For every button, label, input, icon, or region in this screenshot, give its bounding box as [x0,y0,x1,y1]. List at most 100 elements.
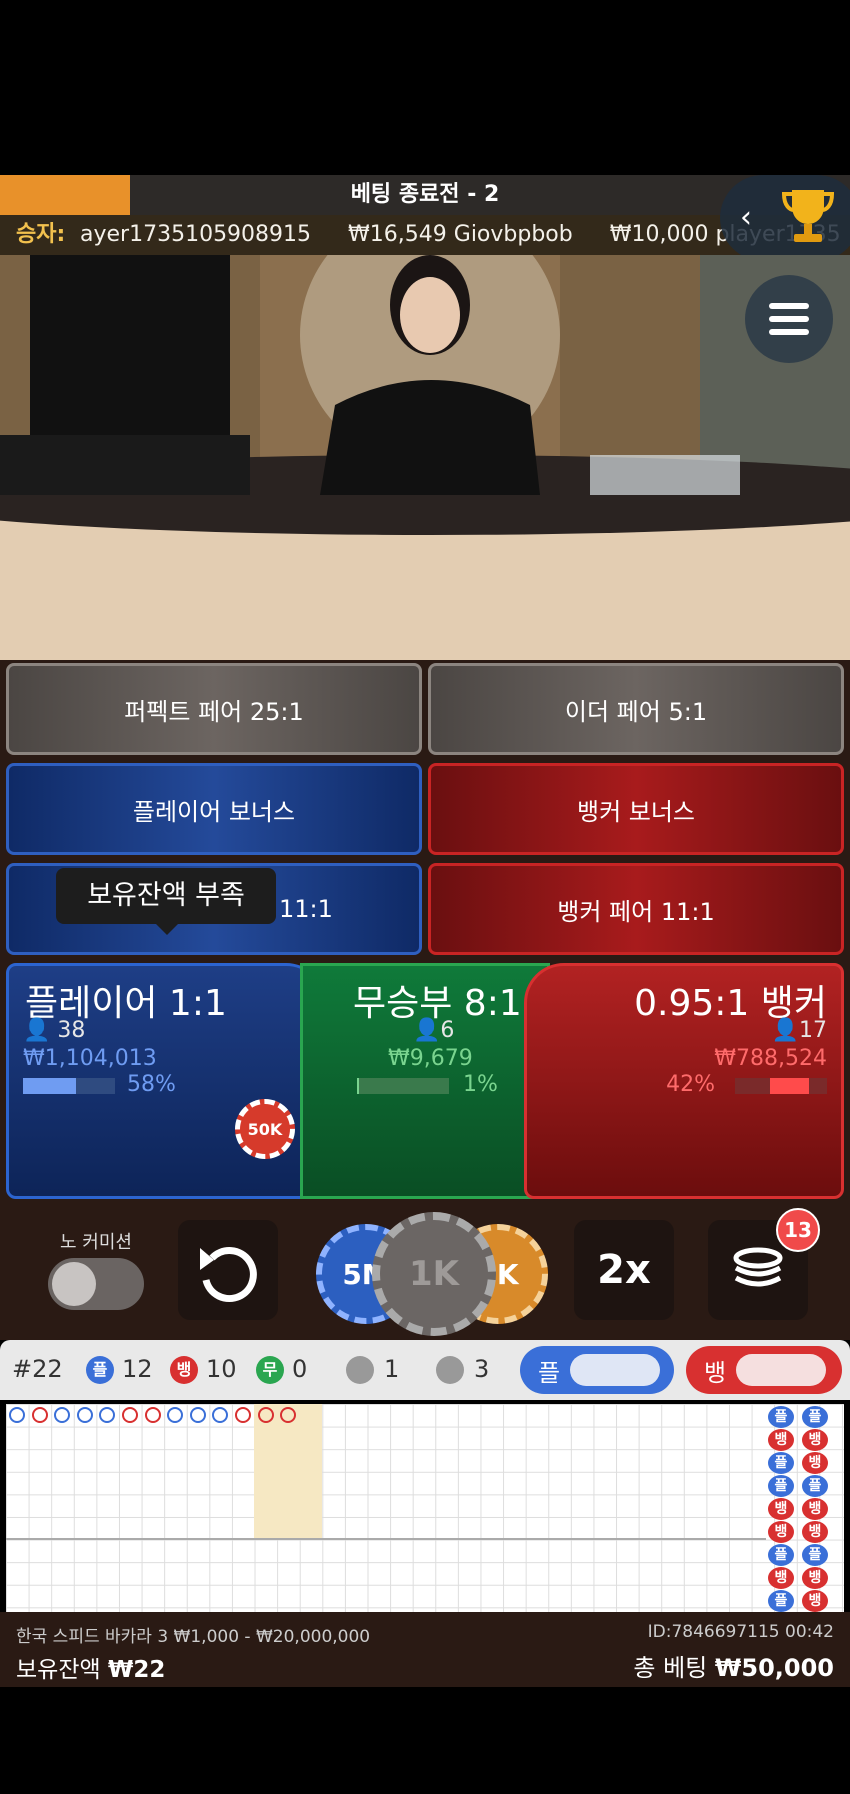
banker-pair-count: 3 [474,1355,490,1383]
bead-plate-bead: 플 [768,1452,794,1474]
tooltip-tail [155,923,179,935]
bead-plate-bead: 뱅 [802,1498,828,1520]
tie-percent: 1% [463,1072,498,1097]
dealer-scene-image [0,255,850,660]
menu-button[interactable] [745,275,833,363]
bead-plate-bead: 뱅 [768,1498,794,1520]
total-bet-label: 총 베팅 [633,1654,708,1682]
undo-button[interactable] [178,1220,278,1320]
road-marker [31,1407,48,1423]
user-icon: 👤 [771,1018,799,1043]
bead-plate-bead: 뱅 [802,1452,828,1474]
predict-player-label: 플 [538,1358,561,1387]
banker-bonus-label: 뱅커 보너스 [576,797,696,826]
predict-banker-label: 뱅 [704,1358,727,1387]
round-number: #22 [12,1355,63,1383]
bead-plate-bead: 뱅 [802,1567,828,1589]
placed-chip[interactable]: 50K [235,1099,295,1159]
bead-plate-bead: 뱅 [768,1521,794,1543]
user-icon: 👤 [23,1018,51,1043]
table-info: 한국 스피드 바카라 3 ₩1,000 - ₩20,000,000 [16,1627,371,1647]
road-marker [167,1407,184,1423]
bead-plate-bead: 뱅 [802,1590,828,1612]
chip-stack-badge: 13 [776,1208,820,1252]
tie-main-bet[interactable]: 무승부 8:1 👤6 ₩9,679 1% [300,963,550,1199]
player-stat-icon: 플 [86,1356,114,1384]
road-divider [6,1538,766,1540]
double-bet-button[interactable]: 2x [574,1220,674,1320]
balance-display: 보유잔액 ₩22 [16,1650,165,1684]
bead-plate-bead: 플 [768,1475,794,1497]
bottom-black-band [0,1687,850,1794]
chip-1k-selected[interactable]: 1K [372,1212,496,1336]
road-marker [122,1407,138,1423]
player-pair-odds: 11:1 [279,895,333,923]
bead-plate-bead: 뱅 [802,1429,828,1451]
road-marker [257,1407,274,1423]
bead-plate-bead: 뱅 [802,1521,828,1543]
road-marker [212,1407,229,1423]
player-total-amount: ₩1,104,013 [23,1046,157,1071]
bead-plate: 플플뱅뱅플뱅플플뱅뱅뱅뱅플플뱅뱅플뱅 [766,1404,846,1612]
banker-pair-stat-icon [436,1356,464,1384]
predict-banker-road-icons [736,1354,827,1386]
player-win-count: 12 [122,1355,153,1383]
total-bet-value: ₩50,000 [714,1654,834,1682]
banker-bettor-count: 👤17 [772,1018,827,1043]
bead-plate-bead: 뱅 [768,1429,794,1451]
trophy-icon[interactable] [780,186,836,246]
total-bet-display: 총 베팅 ₩50,000 [633,1648,834,1683]
winner-entry: ₩16,549 Giovbpbob [348,222,573,247]
roadmap-grid: 플플뱅뱅플뱅플플뱅뱅뱅뱅플플뱅뱅플뱅 [6,1404,844,1612]
user-icon: 👤 [413,1018,441,1043]
road-marker [144,1407,161,1423]
bead-plate-bead: 뱅 [768,1567,794,1589]
either-pair-bet[interactable]: 이더 페어 5:1 [428,663,844,755]
hamburger-icon [769,303,809,335]
top-black-band [0,0,850,175]
banker-main-bet[interactable]: 0.95:1 뱅커 👤17 ₩788,524 42% [524,963,844,1199]
road-marker [99,1407,116,1423]
banker-win-count: 10 [206,1355,237,1383]
tie-ratio-fill [357,1078,359,1094]
player-bettor-count: 👤 38 [23,1018,85,1043]
tie-stat-icon: 무 [256,1356,284,1384]
roadmap-highlight [254,1404,322,1538]
tie-ratio-track [357,1078,449,1094]
banker-pair-bet[interactable]: 뱅커 페어 11:1 [428,863,844,955]
either-pair-label: 이더 페어 5:1 [564,697,708,726]
winners-label: 승자: [16,222,66,247]
predict-banker-button[interactable]: 뱅 [686,1346,842,1394]
bead-plate-bead: 플 [768,1544,794,1566]
bead-plate-bead: 플 [768,1590,794,1612]
banker-pair-label: 뱅커 페어 11:1 [557,897,715,926]
insufficient-balance-tooltip: 보유잔액 부족 [56,868,276,924]
round-id-time: ID:7846697115 00:42 [647,1622,834,1642]
banker-percent: 42% [666,1072,715,1097]
winner-entry: ayer1735105908915 [80,222,312,247]
undo-icon [200,1247,257,1303]
banker-bonus-bet[interactable]: 뱅커 보너스 [428,763,844,855]
road-marker [54,1407,71,1423]
road-marker [189,1407,206,1423]
player-bonus-bet[interactable]: 플레이어 보너스 [6,763,422,855]
banker-total-amount: ₩788,524 [714,1046,827,1071]
road-marker [76,1407,93,1423]
chevron-left-icon[interactable]: ‹ [740,200,752,235]
bead-plate-bead: 플 [802,1544,828,1566]
bead-plate-bead: 플 [802,1475,828,1497]
player-pair-count: 1 [384,1355,400,1383]
balance-label: 보유잔액 [16,1657,101,1683]
predict-player-button[interactable]: 플 [520,1346,674,1394]
player-pair-stat-icon [346,1356,374,1384]
predict-player-road-icons [570,1354,661,1386]
player-percent: 58% [127,1072,176,1097]
tie-count-value: 6 [440,1018,455,1043]
player-count-value: 38 [57,1018,86,1043]
no-commission-label: 노 커미션 [60,1232,132,1253]
player-main-bet[interactable]: 플레이어 1:1 👤 38 ₩1,104,013 58% 50K [6,963,326,1199]
live-video [0,255,850,660]
perfect-pair-bet[interactable]: 퍼펙트 페어 25:1 [6,663,422,755]
balance-value: ₩22 [107,1657,166,1683]
road-marker [235,1407,251,1423]
